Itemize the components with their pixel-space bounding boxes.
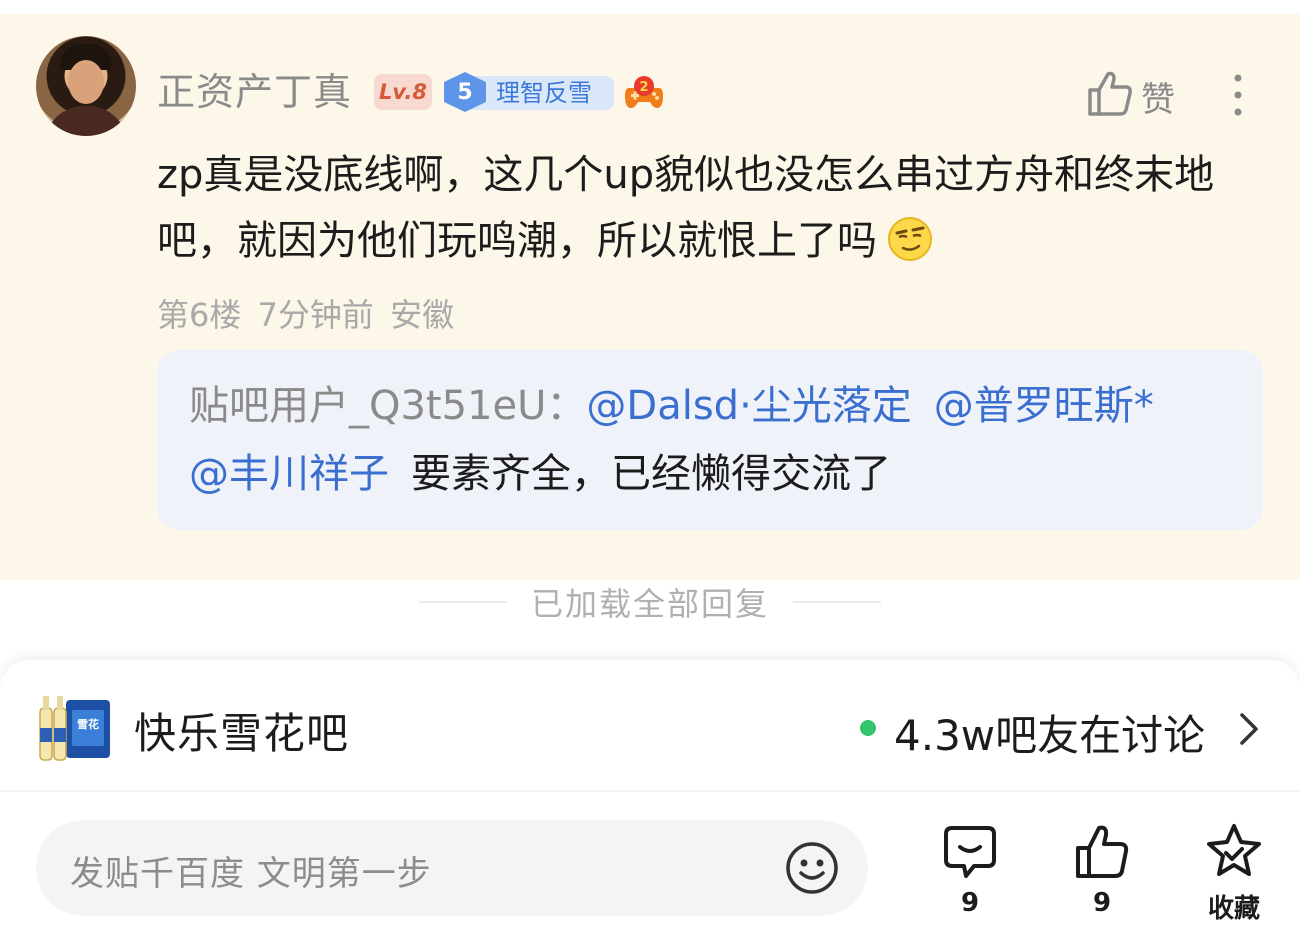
comment-text: zp真是没底线啊，这几个up貌似也没怎么串过方舟和终末地吧，就因为他们玩鸣潮，所… — [157, 152, 1215, 264]
reply-body: 要素齐全，已经懒得交流了 — [411, 451, 891, 497]
loaded-all-text: 已加载全部回复 — [530, 585, 769, 623]
chevron-right-icon[interactable] — [1236, 710, 1262, 748]
comment-button[interactable]: 9 — [930, 822, 1010, 922]
like-count: 9 — [1092, 888, 1112, 918]
forum-entry[interactable]: 雪花 快乐雪花吧 4.3w吧友在讨论 — [0, 660, 1300, 792]
thumbs-up-icon[interactable] — [1086, 68, 1134, 118]
favorite-button[interactable]: 收藏 — [1194, 822, 1274, 924]
online-indicator — [860, 720, 876, 736]
forum-logo-icon: 雪花 — [39, 696, 110, 761]
like-button[interactable]: 9 — [1062, 822, 1142, 922]
comment-username[interactable]: 正资产丁真 — [157, 68, 352, 116]
fan-badge[interactable]: 理智反雪 5 — [444, 72, 614, 112]
emoji-picker-icon[interactable] — [784, 840, 840, 896]
forum-name[interactable]: 快乐雪花吧 — [134, 700, 349, 761]
svg-text:雪花: 雪花 — [77, 717, 99, 731]
comment-meta: 第6楼 7分钟前 安徽 — [157, 296, 455, 334]
discussion-count[interactable]: 4.3w吧友在讨论 — [894, 702, 1205, 763]
level-badge: Lv.8 — [374, 74, 432, 110]
smug-face-emoji — [888, 217, 932, 261]
comment-body: zp真是没底线啊，这几个up貌似也没怎么串过方舟和终末地吧，就因为他们玩鸣潮，所… — [157, 142, 1257, 274]
avatar[interactable] — [36, 36, 136, 136]
gamepad-medal-icon: 2 — [625, 76, 663, 108]
star-icon — [1207, 824, 1261, 876]
post-composer-input[interactable]: 发贴千百度 文明第一步 — [36, 820, 868, 916]
mention-link[interactable]: @Dalsd·尘光落定 — [586, 383, 911, 429]
comment-card: 正资产丁真 Lv.8 理智反雪 5 2 赞 zp真是没底线啊，这几个up貌似也没… — [0, 14, 1300, 580]
svg-text:2: 2 — [639, 80, 648, 95]
reply-text-block: 贴吧用户_Q3t51eU：@Dalsd·尘光落定 @普罗旺斯* @丰川祥子 要素齐全… — [189, 372, 1231, 508]
mention-link[interactable]: @丰川祥子 — [189, 451, 389, 497]
comment-bubble-icon — [944, 826, 996, 878]
reply-author[interactable]: 贴吧用户_Q3t51eU — [189, 383, 546, 429]
more-vertical-icon[interactable] — [1228, 72, 1248, 118]
loaded-all-indicator: 已加载全部回复 — [0, 580, 1300, 624]
like-label[interactable]: 赞 — [1141, 72, 1175, 121]
composer-placeholder: 发贴千百度 文明第一步 — [70, 854, 432, 894]
mention-link[interactable]: @普罗旺斯* — [934, 383, 1154, 429]
bottom-panel: 雪花 快乐雪花吧 4.3w吧友在讨论 发贴千百度 文明第一步 9 9 收藏 — [0, 660, 1300, 943]
thumbs-up-icon — [1076, 825, 1129, 878]
divider — [793, 601, 881, 603]
divider — [418, 601, 507, 603]
reply-preview[interactable]: 贴吧用户_Q3t51eU：@Dalsd·尘光落定 @普罗旺斯* @丰川祥子 要素齐全… — [157, 350, 1263, 530]
reply-separator: ： — [546, 383, 587, 429]
favorite-label: 收藏 — [1207, 894, 1260, 924]
comment-count: 9 — [960, 888, 980, 918]
